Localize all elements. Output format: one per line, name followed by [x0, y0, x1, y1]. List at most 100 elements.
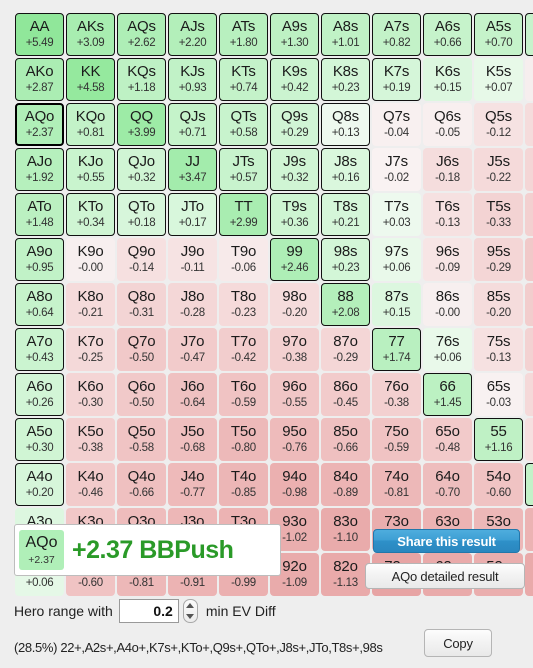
hand-cell-JJ[interactable]: JJ +3.47: [168, 148, 217, 191]
hand-cell-QTs[interactable]: QTs +0.58: [219, 103, 268, 146]
hand-cell-K6o[interactable]: K6o -0.30: [66, 373, 115, 416]
hand-cell-QTo[interactable]: QTo +0.18: [117, 193, 166, 236]
hand-cell-95o[interactable]: 95o -0.76: [270, 418, 319, 461]
hand-cell-94s[interactable]: 94s-0.50: [525, 238, 533, 281]
hand-cell-J9s[interactable]: J9s +0.32: [270, 148, 319, 191]
hand-cell-Q6s[interactable]: Q6s -0.05: [423, 103, 472, 146]
hand-cell-99[interactable]: 99 +2.46: [270, 238, 319, 281]
hand-cell-A9o[interactable]: A9o +0.95: [15, 238, 64, 281]
hand-cell-J6o[interactable]: J6o -0.64: [168, 373, 217, 416]
hand-cell-K7o[interactable]: K7o -0.25: [66, 328, 115, 371]
hand-cell-Q4o[interactable]: Q4o -0.66: [117, 463, 166, 506]
hand-cell-T4s[interactable]: T4s-0.38: [525, 193, 533, 236]
hand-cell-86o[interactable]: 86o -0.45: [321, 373, 370, 416]
hand-cell-K9o[interactable]: K9o -0.00: [66, 238, 115, 281]
hand-cell-54o[interactable]: 54o -0.60: [474, 463, 523, 506]
hand-cell-T9s[interactable]: T9s +0.36: [270, 193, 319, 236]
hand-cell-75s[interactable]: 75s -0.13: [474, 328, 523, 371]
stepper-up-icon[interactable]: [186, 603, 195, 608]
hand-cell-44[interactable]: 44+0.91: [525, 463, 533, 506]
hand-cell-KJo[interactable]: KJo +0.55: [66, 148, 115, 191]
hand-cell-98s[interactable]: 98s +0.23: [321, 238, 370, 281]
hand-cell-87o[interactable]: 87o -0.29: [321, 328, 370, 371]
hand-cell-K7s[interactable]: K7s +0.19: [372, 58, 421, 101]
hand-cell-96s[interactable]: 96s -0.09: [423, 238, 472, 281]
hand-cell-J5o[interactable]: J5o -0.68: [168, 418, 217, 461]
hand-cell-J7s[interactable]: J7s -0.02: [372, 148, 421, 191]
hand-cell-66[interactable]: 66 +1.45: [423, 373, 472, 416]
hand-cell-77[interactable]: 77 +1.74: [372, 328, 421, 371]
hand-cell-KTo[interactable]: KTo +0.34: [66, 193, 115, 236]
hand-cell-TT[interactable]: TT +2.99: [219, 193, 268, 236]
hand-cell-J7o[interactable]: J7o -0.47: [168, 328, 217, 371]
hand-cell-54s[interactable]: 54s-0.15: [525, 418, 533, 461]
hand-cell-AKs[interactable]: AKs +3.09: [66, 13, 115, 56]
hand-cell-55[interactable]: 55 +1.16: [474, 418, 523, 461]
hand-cell-86s[interactable]: 86s -0.00: [423, 283, 472, 326]
hand-cell-T9o[interactable]: T9o -0.06: [219, 238, 268, 281]
hand-cell-87s[interactable]: 87s +0.15: [372, 283, 421, 326]
hand-cell-76s[interactable]: 76s +0.06: [423, 328, 472, 371]
hand-cell-Q5o[interactable]: Q5o -0.58: [117, 418, 166, 461]
hand-cell-94o[interactable]: 94o -0.98: [270, 463, 319, 506]
hand-cell-KJs[interactable]: KJs +0.93: [168, 58, 217, 101]
hand-cell-AQs[interactable]: AQs +2.62: [117, 13, 166, 56]
hand-cell-A7o[interactable]: A7o +0.43: [15, 328, 64, 371]
hand-cell-98o[interactable]: 98o -0.20: [270, 283, 319, 326]
hand-cell-AJs[interactable]: AJs +2.20: [168, 13, 217, 56]
hand-cell-J8o[interactable]: J8o -0.28: [168, 283, 217, 326]
hand-cell-A4o[interactable]: A4o +0.20: [15, 463, 64, 506]
hand-cell-T6s[interactable]: T6s -0.13: [423, 193, 472, 236]
hand-cell-Q9o[interactable]: Q9o -0.14: [117, 238, 166, 281]
hand-cell-65s[interactable]: 65s -0.03: [474, 373, 523, 416]
hand-cell-Q7s[interactable]: Q7s -0.04: [372, 103, 421, 146]
stepper-down-icon[interactable]: [186, 614, 195, 619]
hand-cell-T5s[interactable]: T5s -0.33: [474, 193, 523, 236]
hand-cell-Q4s[interactable]: Q4s-0.19: [525, 103, 533, 146]
detailed-result-button[interactable]: AQo detailed result: [365, 563, 525, 589]
hand-cell-A5o[interactable]: A5o +0.30: [15, 418, 64, 461]
min-ev-diff-stepper[interactable]: [182, 599, 198, 623]
hand-cell-T5o[interactable]: T5o -0.80: [219, 418, 268, 461]
hand-cell-A6s[interactable]: A6s +0.66: [423, 13, 472, 56]
hand-cell-64o[interactable]: 64o -0.70: [423, 463, 472, 506]
hand-cell-ATs[interactable]: ATs +1.80: [219, 13, 268, 56]
hand-cell-85o[interactable]: 85o -0.66: [321, 418, 370, 461]
share-this-result-button[interactable]: Share this result: [373, 529, 520, 553]
hand-cell-Q6o[interactable]: Q6o -0.50: [117, 373, 166, 416]
hand-cell-JTs[interactable]: JTs +0.57: [219, 148, 268, 191]
hand-cell-A8o[interactable]: A8o +0.64: [15, 283, 64, 326]
hand-cell-AKo[interactable]: AKo +2.87: [15, 58, 64, 101]
hand-cell-97s[interactable]: 97s +0.06: [372, 238, 421, 281]
hand-cell-K5o[interactable]: K5o -0.38: [66, 418, 115, 461]
hand-cell-QQ[interactable]: QQ +3.99: [117, 103, 166, 146]
hand-cell-A5s[interactable]: A5s +0.70: [474, 13, 523, 56]
hand-cell-JTo[interactable]: JTo +0.17: [168, 193, 217, 236]
hand-cell-Q8s[interactable]: Q8s +0.13: [321, 103, 370, 146]
hand-cell-J8s[interactable]: J8s +0.16: [321, 148, 370, 191]
hand-cell-K8s[interactable]: K8s +0.23: [321, 58, 370, 101]
hand-cell-84s[interactable]: 84s-0.42: [525, 283, 533, 326]
hand-cell-KK[interactable]: KK +4.58: [66, 58, 115, 101]
hand-cell-75o[interactable]: 75o -0.59: [372, 418, 421, 461]
hand-cell-J5s[interactable]: J5s -0.22: [474, 148, 523, 191]
hand-cell-QJo[interactable]: QJo +0.32: [117, 148, 166, 191]
hand-cell-85s[interactable]: 85s -0.20: [474, 283, 523, 326]
hand-cell-AA[interactable]: AA +5.49: [15, 13, 64, 56]
hand-cell-KQs[interactable]: KQs +1.18: [117, 58, 166, 101]
hand-cell-ATo[interactable]: ATo +1.48: [15, 193, 64, 236]
hand-cell-Q5s[interactable]: Q5s -0.12: [474, 103, 523, 146]
hand-cell-A7s[interactable]: A7s +0.82: [372, 13, 421, 56]
hand-cell-97o[interactable]: 97o -0.38: [270, 328, 319, 371]
hand-cell-76o[interactable]: 76o -0.38: [372, 373, 421, 416]
hand-cell-T6o[interactable]: T6o -0.59: [219, 373, 268, 416]
hand-cell-J9o[interactable]: J9o -0.11: [168, 238, 217, 281]
copy-button[interactable]: Copy: [424, 629, 492, 657]
hand-cell-64s[interactable]: 64s-0.24: [525, 373, 533, 416]
hand-cell-K9s[interactable]: K9s +0.42: [270, 58, 319, 101]
hand-cell-J4o[interactable]: J4o -0.77: [168, 463, 217, 506]
hand-cell-65o[interactable]: 65o -0.48: [423, 418, 472, 461]
hand-cell-95s[interactable]: 95s -0.29: [474, 238, 523, 281]
hand-cell-Q9s[interactable]: Q9s +0.29: [270, 103, 319, 146]
hand-cell-A8s[interactable]: A8s +1.01: [321, 13, 370, 56]
